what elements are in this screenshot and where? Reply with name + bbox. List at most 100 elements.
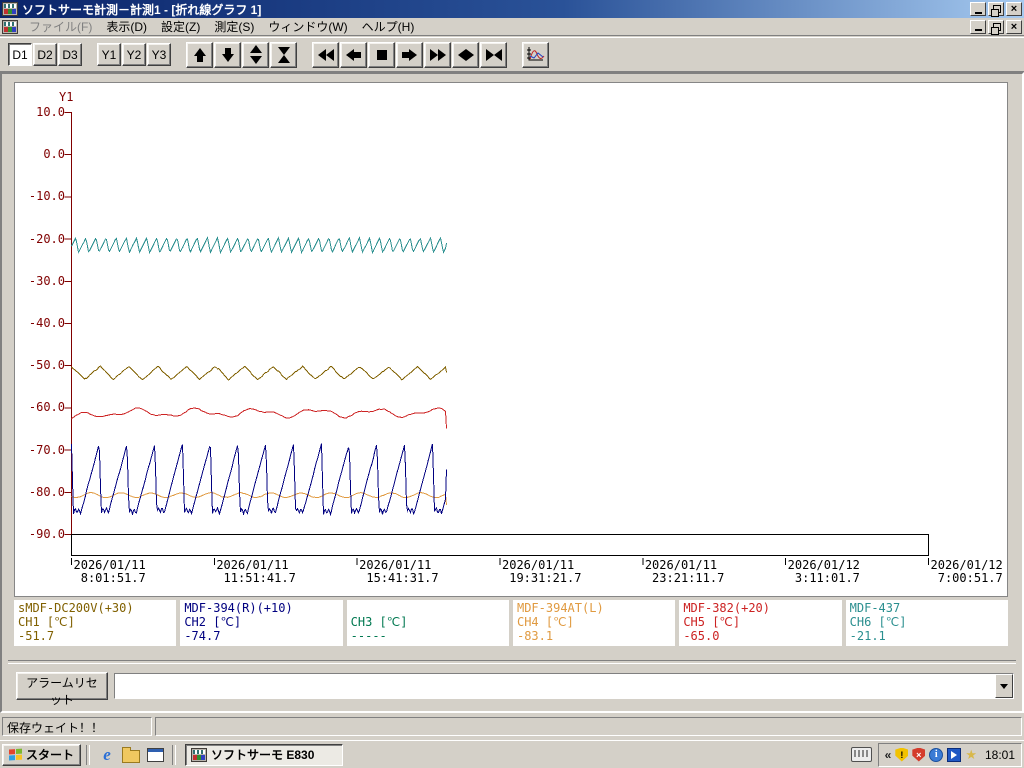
info-balloon-icon[interactable]: i <box>929 747 944 762</box>
y-axis-tick-label: -70.0 <box>28 442 65 457</box>
time-range-box[interactable] <box>71 534 929 556</box>
alarm-combobox <box>114 673 1014 699</box>
toolbar-skip-forward-button[interactable] <box>424 41 451 68</box>
child-restore-button[interactable] <box>988 19 1004 35</box>
menu-view[interactable]: 表示(D) <box>99 17 154 36</box>
restore-icon <box>991 5 1001 17</box>
expand-vertical-icon <box>249 45 262 64</box>
toolbar-graph-display-button[interactable] <box>522 41 549 68</box>
ie-icon[interactable]: e <box>97 745 117 765</box>
channel-legend: sMDF-DC200V(+30) CH1 [℃] -51.7 MDF-394(R)(+… <box>14 600 1008 646</box>
right-arrow-icon <box>402 48 417 61</box>
close-icon: × <box>1010 3 1018 15</box>
stop-icon <box>376 49 387 60</box>
application-window: ソフトサーモ計測－計測1 - [折れ線グラフ 1] × ファイル(F) 表示(D)… <box>0 0 1024 768</box>
legend-value: -51.7 <box>18 629 55 643</box>
restore-button[interactable] <box>988 2 1004 17</box>
alarm-row: アラームリセット <box>2 664 1024 707</box>
toolbar-expand-vertical-button[interactable] <box>242 41 269 68</box>
status-message: 保存ウェイト！！ <box>2 717 152 736</box>
status-bar: 保存ウェイト！！ <box>0 713 1024 740</box>
legend-channel: CH1 [℃] <box>18 615 75 629</box>
series-CH1-line <box>71 365 447 381</box>
legend-value: -74.7 <box>184 629 221 643</box>
star-icon[interactable]: ★ <box>965 748 977 761</box>
legend-channel: CH6 [℃] <box>849 615 907 629</box>
divider <box>172 744 177 765</box>
windows-flag-icon <box>9 748 23 761</box>
toolbar-y1-button[interactable]: Y1 <box>97 43 121 66</box>
toolbar-stop-button[interactable] <box>368 41 395 68</box>
series-CH5-line <box>71 407 447 429</box>
legend-title: MDF-394AT(L) <box>516 601 604 615</box>
menu-help[interactable]: ヘルプ(H) <box>355 17 422 36</box>
menu-file: ファイル(F) <box>29 20 93 34</box>
legend-cell-CH6[interactable]: MDF-437 CH6 [℃] -21.1 <box>845 600 1008 646</box>
toolbar-scroll-down-button[interactable] <box>214 41 241 68</box>
legend-cell-CH4[interactable]: MDF-394AT(L) CH4 [℃] -83.1 <box>512 600 676 646</box>
toolbar-y2-button[interactable]: Y2 <box>122 43 146 66</box>
client-area: 10.0 0.0 -10.0 -20.0 -30.0 -40.0 -50.0 -60.0 -70… <box>0 72 1024 713</box>
warning-shield-icon[interactable]: ! <box>895 747 909 762</box>
play-icon[interactable] <box>947 747 962 762</box>
skip-back-icon <box>317 48 334 61</box>
child-minimize-button[interactable] <box>970 19 986 34</box>
system-tray: « ! × i ★ 18:01 <box>850 742 1022 767</box>
divider <box>86 744 91 765</box>
skip-forward-icon <box>429 48 446 61</box>
legend-value: -83.1 <box>516 629 554 643</box>
toolbar-d1-button[interactable]: D1 <box>8 43 32 66</box>
child-window-icon[interactable] <box>2 19 18 34</box>
graph-icon <box>526 46 545 63</box>
menu-bar: ファイル(F) 表示(D) 設定(Z) 測定(S) ウィンドウ(W) ヘルプ(H) × <box>0 18 1024 36</box>
legend-cell-CH1[interactable]: sMDF-DC200V(+30) CH1 [℃] -51.7 <box>14 600 177 646</box>
toolbar-d2-button[interactable]: D2 <box>33 43 57 66</box>
app-icon <box>191 747 208 762</box>
x-axis-tick-label: 2026/01/12 7:00:51.7 <box>930 558 1003 585</box>
x-axis-tick-label: 2026/01/11 19:31:21.7 <box>502 558 582 585</box>
toolbar-y3-button[interactable]: Y3 <box>147 43 171 66</box>
taskbar-clock[interactable]: 18:01 <box>985 748 1015 762</box>
toolbar-step-back-button[interactable] <box>340 41 367 68</box>
toolbar-scroll-up-button[interactable] <box>186 41 213 68</box>
legend-channel: CH2 [℃] <box>184 615 242 629</box>
up-arrow-icon <box>193 47 206 62</box>
chevron-down-icon <box>1000 683 1008 689</box>
start-button[interactable]: スタート <box>2 743 82 766</box>
window-title: ソフトサーモ計測－計測1 - [折れ線グラフ 1] <box>22 2 262 17</box>
y-axis-title: Y1 <box>59 90 74 104</box>
minimize-icon <box>974 29 982 31</box>
menu-settings[interactable]: 設定(Z) <box>154 17 207 36</box>
toolbar-collapse-vertical-button[interactable] <box>270 41 297 68</box>
error-shield-icon[interactable]: × <box>912 747 926 762</box>
chevron-collapse-icon[interactable]: « <box>885 748 892 762</box>
left-arrow-icon <box>346 48 361 61</box>
child-close-button[interactable]: × <box>1006 19 1022 34</box>
taskbar-task-button[interactable]: ソフトサーモ E830 <box>185 743 344 766</box>
legend-title: MDF-382(+20) <box>683 601 771 615</box>
toolbar-d3-button[interactable]: D3 <box>58 43 82 66</box>
toolbar-collapse-horizontal-button[interactable] <box>480 41 507 68</box>
app-icon <box>2 2 18 16</box>
legend-cell-CH3[interactable]: CH3 [℃] ----- <box>346 600 509 646</box>
toolbar-skip-back-button[interactable] <box>312 41 339 68</box>
legend-cell-CH2[interactable]: MDF-394(R)(+10) CH2 [℃] -74.7 <box>180 600 343 646</box>
menu-measure[interactable]: 測定(S) <box>207 17 261 36</box>
status-extra <box>155 717 1022 736</box>
minimize-button[interactable] <box>970 2 986 16</box>
alarm-combo-dropdown-button[interactable] <box>995 674 1013 698</box>
toolbar-step-forward-button[interactable] <box>396 41 423 68</box>
y-axis-tick-label: 0.0 <box>43 147 65 162</box>
close-button[interactable]: × <box>1006 2 1022 16</box>
toolbar-expand-horizontal-button[interactable] <box>452 41 479 68</box>
desktop-window-icon[interactable] <box>145 745 165 765</box>
minimize-icon <box>974 11 982 14</box>
legend-value: -65.0 <box>683 629 720 643</box>
folder-icon[interactable] <box>121 745 141 765</box>
start-button-label: スタート <box>26 748 75 762</box>
legend-cell-CH5[interactable]: MDF-382(+20) CH5 [℃] -65.0 <box>679 600 842 646</box>
alarm-reset-button[interactable]: アラームリセット <box>16 672 108 707</box>
alarm-combo-input[interactable] <box>115 674 995 698</box>
keyboard-icon[interactable] <box>850 747 872 762</box>
menu-window[interactable]: ウィンドウ(W) <box>261 17 354 36</box>
